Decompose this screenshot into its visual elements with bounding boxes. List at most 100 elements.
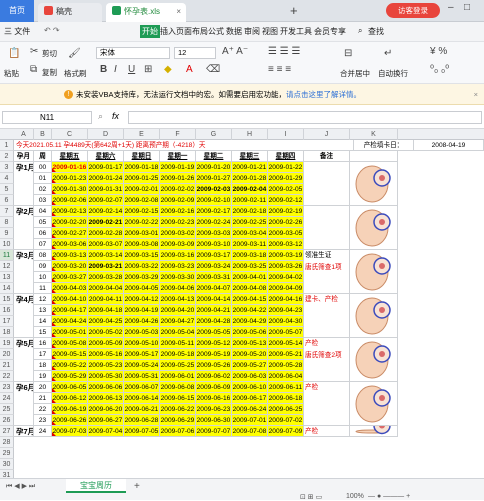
- merge-icon[interactable]: ⊟: [344, 48, 352, 59]
- date-cell[interactable]: 2009-02-07: [88, 195, 124, 206]
- date-cell[interactable]: 2009-05-27: [232, 360, 268, 371]
- week-number[interactable]: 21: [34, 393, 52, 404]
- week-number[interactable]: 07: [34, 239, 52, 250]
- date-cell[interactable]: 2009-01-18: [124, 162, 160, 173]
- menu-review[interactable]: 审阅: [244, 26, 260, 37]
- date-cell[interactable]: 2009-05-21: [268, 349, 304, 360]
- header-8[interactable]: 星期四: [268, 151, 304, 162]
- row-header-8[interactable]: 8: [0, 217, 14, 228]
- row-header-2[interactable]: 2: [0, 151, 14, 162]
- date-cell[interactable]: 2009-04-06: [160, 283, 196, 294]
- date-cell[interactable]: 2009-01-21: [232, 162, 268, 173]
- row-header-28[interactable]: 28: [0, 437, 14, 448]
- date-cell[interactable]: 2009-02-13: [52, 206, 88, 217]
- date-cell[interactable]: 2009-04-26: [124, 316, 160, 327]
- date-cell[interactable]: 2009-01-23: [52, 173, 88, 184]
- month-label[interactable]: 孕3月: [14, 250, 34, 294]
- header-0[interactable]: 孕月: [14, 151, 34, 162]
- copy-button[interactable]: 复制: [42, 67, 57, 78]
- date-cell[interactable]: 2009-05-15: [52, 349, 88, 360]
- date-cell[interactable]: 2009-03-17: [196, 250, 232, 261]
- tab-home[interactable]: 首页: [0, 0, 34, 22]
- date-cell[interactable]: 2009-02-04: [232, 184, 268, 195]
- date-cell[interactable]: 2009-05-04: [160, 327, 196, 338]
- column-header-K[interactable]: K: [350, 129, 398, 140]
- date-cell[interactable]: 2009-03-19: [268, 250, 304, 261]
- search-icon[interactable]: ⌕: [358, 26, 362, 36]
- date-cell[interactable]: 2009-04-18: [88, 305, 124, 316]
- date-cell[interactable]: 2009-02-11: [232, 195, 268, 206]
- date-cell[interactable]: 2009-06-16: [196, 393, 232, 404]
- date-cell[interactable]: 2009-02-05: [268, 184, 304, 195]
- date-cell[interactable]: 2009-06-22: [160, 404, 196, 415]
- date-cell[interactable]: 2009-03-13: [52, 250, 88, 261]
- date-cell[interactable]: 2009-04-19: [124, 305, 160, 316]
- menu-data[interactable]: 数据: [226, 26, 242, 37]
- week-number[interactable]: 15: [34, 327, 52, 338]
- note-cell[interactable]: 领准生证 唐氏筛查1项: [304, 250, 350, 294]
- decimal-icon[interactable]: ⁰₀ ₀⁰: [430, 64, 449, 75]
- date-cell[interactable]: 2009-01-26: [160, 173, 196, 184]
- date-cell[interactable]: 2009-01-27: [196, 173, 232, 184]
- week-number[interactable]: 12: [34, 294, 52, 305]
- date-cell[interactable]: 2009-06-07: [124, 382, 160, 393]
- date-cell[interactable]: 2009-02-01: [124, 184, 160, 195]
- week-number[interactable]: 20: [34, 382, 52, 393]
- date-cell[interactable]: 2009-02-27: [52, 228, 88, 239]
- date-cell[interactable]: 2009-04-02: [268, 272, 304, 283]
- date-cell[interactable]: 2009-01-25: [124, 173, 160, 184]
- date-cell[interactable]: 2009-04-09: [268, 283, 304, 294]
- date-cell[interactable]: 2009-01-22: [268, 162, 304, 173]
- date-cell[interactable]: 2009-05-12: [196, 338, 232, 349]
- fetus-image[interactable]: [350, 426, 398, 437]
- fx-icon[interactable]: fx: [112, 111, 119, 121]
- row-header-23[interactable]: 23: [0, 382, 14, 393]
- date-cell[interactable]: 2009-01-19: [160, 162, 196, 173]
- date-cell[interactable]: 2009-06-06: [88, 382, 124, 393]
- note-cell[interactable]: 产检: [304, 382, 350, 426]
- date-cell[interactable]: 2009-03-26: [268, 261, 304, 272]
- date-cell[interactable]: 2009-04-10: [52, 294, 88, 305]
- column-header-C[interactable]: C: [52, 129, 88, 140]
- menu-view[interactable]: 视图: [262, 26, 278, 37]
- date-cell[interactable]: 2009-03-11: [232, 239, 268, 250]
- clear-icon[interactable]: ⌫: [206, 64, 220, 75]
- maximize-icon[interactable]: □: [464, 2, 470, 13]
- month-label[interactable]: 孕6月: [14, 382, 34, 426]
- date-cell[interactable]: 2009-04-04: [88, 283, 124, 294]
- row-header-6[interactable]: 6: [0, 195, 14, 206]
- row-header-30[interactable]: 30: [0, 459, 14, 470]
- week-number[interactable]: 02: [34, 184, 52, 195]
- date-cell[interactable]: 2009-05-18: [160, 349, 196, 360]
- date-cell[interactable]: 2009-05-20: [232, 349, 268, 360]
- date-cell[interactable]: 2009-03-05: [268, 228, 304, 239]
- date-cell[interactable]: 2009-04-01: [232, 272, 268, 283]
- note-cell[interactable]: [304, 206, 350, 250]
- date-cell[interactable]: 2009-05-29: [52, 371, 88, 382]
- week-number[interactable]: 06: [34, 228, 52, 239]
- spreadsheet-grid[interactable]: 今天2021.05.11 孕4489天(第642周+1天) 距离预产期（-421…: [14, 140, 484, 478]
- fetus-image[interactable]: [350, 206, 398, 250]
- date-cell[interactable]: 2009-03-01: [124, 228, 160, 239]
- note-cell[interactable]: 产检 唐氏筛查2项: [304, 338, 350, 382]
- week-number[interactable]: 03: [34, 195, 52, 206]
- menu-member[interactable]: 会员专享: [314, 26, 346, 37]
- week-number[interactable]: 00: [34, 162, 52, 173]
- date-cell[interactable]: 2009-04-17: [52, 305, 88, 316]
- header-2[interactable]: 星期五: [52, 151, 88, 162]
- check-date-value[interactable]: 2008-04-19: [414, 140, 484, 151]
- date-cell[interactable]: 2009-04-30: [268, 316, 304, 327]
- month-label[interactable]: 孕2月: [14, 206, 34, 250]
- date-cell[interactable]: 2009-06-10: [232, 382, 268, 393]
- menu-insert[interactable]: 插入: [160, 26, 176, 37]
- date-cell[interactable]: 2009-03-16: [160, 250, 196, 261]
- new-tab-icon[interactable]: +: [290, 3, 298, 18]
- row-header-24[interactable]: 24: [0, 393, 14, 404]
- formula-input[interactable]: [128, 111, 482, 124]
- fill-color-icon[interactable]: ◆: [164, 64, 172, 75]
- row-header-14[interactable]: 14: [0, 283, 14, 294]
- date-cell[interactable]: 2009-06-29: [160, 415, 196, 426]
- date-cell[interactable]: 2009-04-11: [88, 294, 124, 305]
- row-header-9[interactable]: 9: [0, 228, 14, 239]
- date-cell[interactable]: 2009-06-13: [88, 393, 124, 404]
